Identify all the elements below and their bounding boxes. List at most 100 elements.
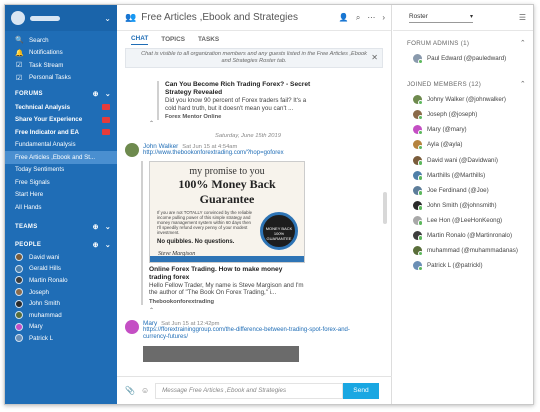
chevron-down-icon[interactable]: ⌄ xyxy=(105,241,111,249)
roster-member[interactable]: Lee Hon (@LeeHonKeong) xyxy=(393,213,533,228)
add-person-icon[interactable]: ⊕ xyxy=(93,241,99,249)
chevron-down-icon[interactable]: ⌄ xyxy=(104,14,111,23)
message-author[interactable]: John Walker xyxy=(143,143,178,150)
sidebar-item-search[interactable]: 🔍 Search xyxy=(5,34,117,47)
roster-member-name: muhammad (@muhammadanas) xyxy=(427,247,518,255)
roster-member[interactable]: muhammad (@muhammadanas) xyxy=(393,243,533,258)
teams-section-header[interactable]: TEAMS ⊕ ⌄ xyxy=(5,220,117,234)
sidebar-forum-item[interactable]: Free Indicator and EA xyxy=(5,126,117,139)
avatar xyxy=(15,288,23,297)
close-icon[interactable]: ✕ xyxy=(371,54,378,62)
expand-icon[interactable]: › xyxy=(382,13,385,23)
roster-member[interactable]: David wani (@Davidwani) xyxy=(393,152,533,167)
more-options-icon[interactable]: ⋯ xyxy=(367,13,375,23)
forums-section-header[interactable]: FORUMS ⊕ ⌄ xyxy=(5,87,117,101)
roster-member[interactable]: John Smith (@johnsmith) xyxy=(393,198,533,213)
link-preview-image[interactable] xyxy=(143,345,299,362)
chat-tabs: CHAT TOPICS TASKS xyxy=(117,31,391,45)
message-link[interactable]: https://fforextraininggroup.com/the-diff… xyxy=(143,327,363,342)
link-preview-card[interactable]: Can You Become Rich Trading Forex? - Sec… xyxy=(157,81,317,121)
roster-member[interactable]: Martin Ronalo (@Martinronalo) xyxy=(393,228,533,243)
sidebar-forum-item[interactable]: Free Articles ,Ebook and St... xyxy=(5,151,117,164)
chevron-down-icon[interactable]: ⌄ xyxy=(105,223,111,231)
sidebar-forum-item[interactable]: Start Here xyxy=(5,189,117,202)
sidebar-forum-item[interactable]: Technical Analysis xyxy=(5,101,117,114)
link-preview-title: Online Forex Trading. How to make money … xyxy=(149,265,283,281)
chevron-down-icon[interactable]: ⌄ xyxy=(105,90,111,98)
roster-member[interactable]: Ayla (@ayla) xyxy=(393,137,533,152)
add-forum-icon[interactable]: ⊕ xyxy=(93,90,99,98)
roster-member[interactable]: Paul Edward (@pauledward) xyxy=(393,51,533,66)
tab-tasks[interactable]: TASKS xyxy=(198,36,219,45)
roster-select[interactable]: Roster ▾ xyxy=(409,13,473,23)
forum-admins-header[interactable]: FORUM ADMINS (1) ⌃ xyxy=(393,35,533,51)
message-input[interactable]: Message Free Articles ,Ebook and Strateg… xyxy=(155,382,343,399)
roster-member[interactable]: Joseph (@joseph) xyxy=(393,107,533,122)
message-link[interactable]: http://www.thebookonforextrading.com/?ho… xyxy=(143,150,305,158)
avatar xyxy=(15,334,23,343)
roster-member[interactable]: Marthills (@Marthills) xyxy=(393,168,533,183)
sidebar-person-item[interactable]: muhammad xyxy=(5,309,117,321)
send-button[interactable]: Send xyxy=(343,382,379,399)
sidebar-forum-item[interactable]: Share Your Experience xyxy=(5,114,117,127)
sidebar-person-item[interactable]: Patrick L xyxy=(5,333,117,345)
org-switcher[interactable]: ⌄ xyxy=(5,5,117,31)
roster-member[interactable]: Joe Ferdinand (@Joe) xyxy=(393,183,533,198)
avatar xyxy=(15,264,23,273)
sidebar-item-notifications[interactable]: 🔔 Notifications xyxy=(5,47,117,60)
sidebar-item-label: Search xyxy=(29,36,49,44)
sidebar-item-label: Free Indicator and EA xyxy=(15,128,79,136)
checkbox-icon: ☑ xyxy=(15,62,23,70)
message-author[interactable]: Mary xyxy=(143,320,157,327)
tab-topics[interactable]: TOPICS xyxy=(161,36,185,45)
collapse-icon[interactable]: ⌃ xyxy=(149,120,379,127)
sidebar-person-name: Martin Ronalo xyxy=(29,276,68,284)
sidebar-forum-item[interactable]: Free Signals xyxy=(5,176,117,189)
roster-member-name: Joe Ferdinand (@Joe) xyxy=(427,186,489,194)
sidebar-person-item[interactable]: Gerald Hills xyxy=(5,263,117,275)
roster-member-name: David wani (@Davidwani) xyxy=(427,156,498,164)
sidebar-item-label: Notifications xyxy=(29,49,63,57)
chevron-up-icon[interactable]: ⌃ xyxy=(520,39,526,47)
joined-members-header[interactable]: JOINED MEMBERS (12) ⌃ xyxy=(393,76,533,92)
joined-members-label: JOINED MEMBERS (12) xyxy=(407,80,482,88)
sidebar-person-item[interactable]: David wani xyxy=(5,252,117,264)
unread-flag-icon xyxy=(102,129,110,136)
roster-member[interactable]: Mary (@mary) xyxy=(393,122,533,137)
sidebar-forum-item[interactable]: Fundamental Analysis xyxy=(5,139,117,152)
sidebar-person-name: Gerald Hills xyxy=(29,265,61,273)
sidebar-item-task-stream[interactable]: ☑ Task Stream xyxy=(5,59,117,72)
people-section-header[interactable]: PEOPLE ⊕ ⌄ xyxy=(5,238,117,252)
avatar[interactable] xyxy=(125,319,139,334)
roster-member[interactable]: Johny Walker (@johnwalker) xyxy=(393,92,533,107)
emoji-icon[interactable]: ☺ xyxy=(141,386,149,395)
avatar xyxy=(413,246,423,257)
sidebar-forum-item[interactable]: All Hands xyxy=(5,201,117,214)
message-feed[interactable]: Can You Become Rich Trading Forex? - Sec… xyxy=(117,72,379,375)
chevron-up-icon[interactable]: ⌃ xyxy=(520,80,526,88)
avatar xyxy=(413,170,423,181)
avatar xyxy=(413,185,423,196)
roster-member[interactable]: Patrick L (@patrickl) xyxy=(393,258,533,273)
sidebar-person-item[interactable]: Martin Ronalo xyxy=(5,275,117,287)
sidebar-person-item[interactable]: John Smith xyxy=(5,298,117,310)
add-team-icon[interactable]: ⊕ xyxy=(93,223,99,231)
scrollbar[interactable] xyxy=(381,72,389,375)
attachment-icon[interactable]: 📎 xyxy=(125,386,135,395)
people-list: David wani Gerald Hills Martin Ronalo Josep… xyxy=(5,252,117,345)
avatar[interactable] xyxy=(125,143,139,158)
sidebar-forum-item[interactable]: Today Sentiments xyxy=(5,164,117,177)
scrollbar-thumb[interactable] xyxy=(383,192,387,224)
link-preview-image[interactable]: my promise to you 100% Money Back Guaran… xyxy=(149,160,305,263)
sidebar-person-item[interactable]: Joseph xyxy=(5,286,117,298)
sidebar-item-personal-tasks[interactable]: ☑ Personal Tasks xyxy=(5,72,117,85)
tab-chat[interactable]: CHAT xyxy=(131,35,149,45)
add-member-icon[interactable]: 👤 xyxy=(339,13,349,23)
sidebar-person-name: David wani xyxy=(29,253,60,261)
sidebar-person-item[interactable]: Mary xyxy=(5,321,117,333)
money-back-seal: MONEY BACK 100% GUARANTEE xyxy=(260,211,298,250)
search-icon[interactable]: ⌕ xyxy=(356,13,360,23)
avatar xyxy=(15,322,23,331)
collapse-icon[interactable]: ⌃ xyxy=(149,307,379,314)
filter-icon[interactable]: ☰ xyxy=(519,13,526,22)
